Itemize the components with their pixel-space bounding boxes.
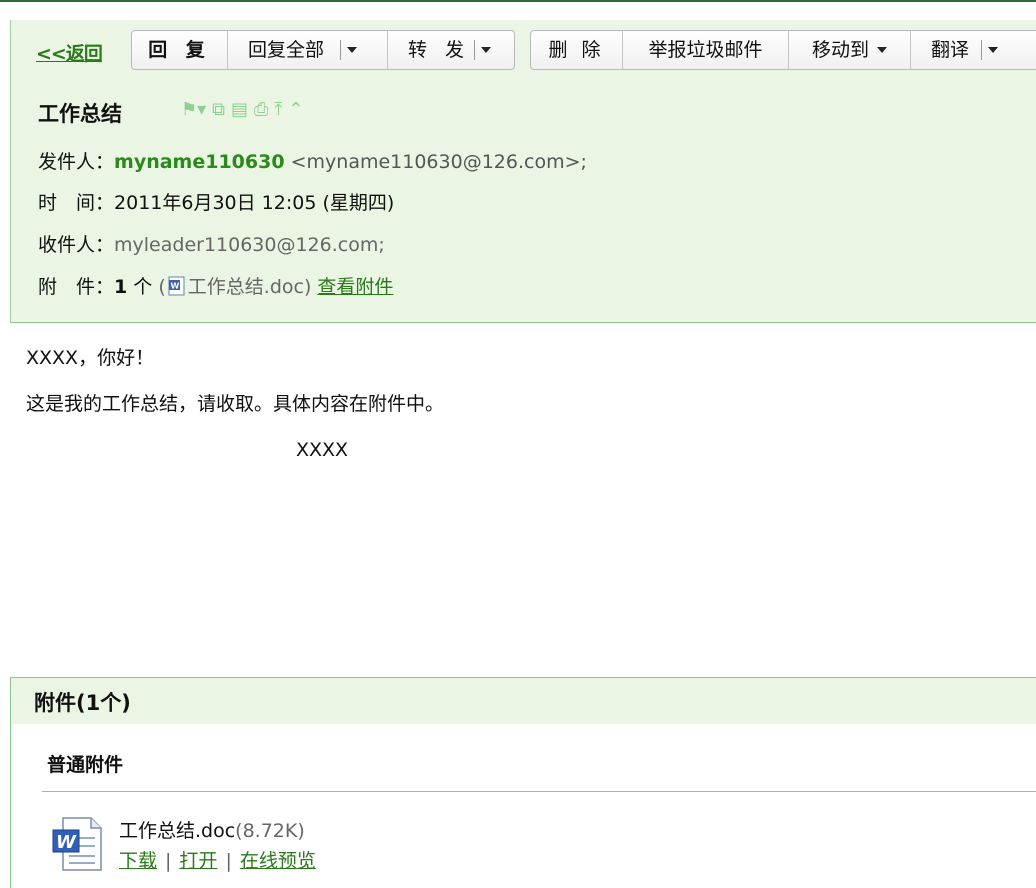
print-icon[interactable]: ⎙ [254, 100, 268, 120]
reply-button[interactable]: 回 复 [132, 31, 228, 69]
attachment-row: 附 件：1 个 ( W 工作总结.doc) 查看附件 [38, 272, 393, 299]
body-line: XXXX，你好！ [26, 347, 155, 369]
action-group: 删 除 举报垃圾邮件 移动到 翻译 [530, 30, 1036, 70]
sender-row: 发件人：myname110630 <myname110630@126.com>; [38, 147, 587, 174]
separator: | [165, 850, 172, 872]
separator: | [225, 850, 232, 872]
note-icon[interactable]: ▤ [231, 100, 248, 120]
attachment-paren-close: ) [303, 276, 312, 298]
attachment-label: 附 件： [38, 276, 115, 298]
divider [981, 40, 983, 60]
attachment-paren-open: ( [158, 276, 166, 298]
time-label: 时 间： [38, 192, 115, 214]
top-icon[interactable]: ⤒ [274, 100, 282, 120]
forward-button[interactable]: 转 发 [388, 31, 514, 69]
toolbar: <<返回 回 复 回复全部 转 发 删 除 举报垃圾邮件 移动到 翻译 [11, 28, 1036, 74]
divider [474, 40, 476, 60]
svg-text:W: W [170, 282, 179, 291]
word-doc-icon: W [168, 276, 185, 296]
translate-button[interactable]: 翻译 [911, 31, 1036, 69]
attachment-unit: 个 [133, 276, 153, 298]
attachment-file: 工作总结.doc(8.72K) [119, 816, 305, 843]
flag-icon[interactable]: ⚑▾ [181, 100, 206, 120]
recipient-label: 收件人： [38, 234, 115, 256]
time-value: 2011年6月30日 12:05 (星期四) [114, 192, 395, 214]
online-preview-link[interactable]: 在线预览 [240, 850, 316, 872]
translate-label: 翻译 [931, 39, 970, 61]
reply-all-button[interactable]: 回复全部 [228, 31, 388, 69]
view-attachment-link[interactable]: 查看附件 [317, 276, 393, 298]
recipient-row: 收件人：myleader110630@126.com; [38, 230, 385, 257]
popout-icon[interactable]: ⧉ [212, 100, 225, 120]
sender-label: 发件人： [38, 151, 115, 173]
chevron-down-icon [347, 47, 358, 53]
collapse-icon[interactable]: ⌃ [288, 100, 303, 120]
body-line: 这是我的工作总结，请收取。具体内容在附件中。 [26, 393, 445, 415]
back-link[interactable]: <<返回 [36, 39, 103, 66]
forward-label: 转 发 [408, 39, 471, 61]
attachment-count: 1 [114, 276, 128, 298]
svg-text:W: W [56, 832, 77, 853]
mail-header-panel: <<返回 回 复 回复全部 转 发 删 除 举报垃圾邮件 移动到 翻译 工作总结… [10, 20, 1036, 323]
reply-group: 回 复 回复全部 转 发 [131, 30, 515, 70]
mail-subject: 工作总结 [38, 102, 122, 126]
mail-body: XXXX，你好！ 这是我的工作总结，请收取。具体内容在附件中。 XXXX [26, 343, 444, 481]
attachment-actions: 下载 | 打开 | 在线预览 [119, 846, 316, 873]
move-to-label: 移动到 [811, 39, 869, 61]
chevron-down-icon [877, 47, 887, 53]
attachment-filename: 工作总结.doc [187, 276, 304, 298]
time-row: 时 间：2011年6月30日 12:05 (星期四) [38, 188, 394, 215]
chevron-down-icon [988, 47, 999, 53]
attachment-panel: 附件(1个) 普通附件 W 工作总结.doc(8.72K) 下载 | 打开 | 在线预览 [10, 677, 1036, 888]
subject-tools: ⚑▾ ⧉ ▤ ⎙ ⤒ ⌃ [181, 100, 304, 120]
attachment-file-size: (8.72K) [235, 820, 305, 842]
divider [42, 791, 1036, 792]
attachment-file-name: 工作总结.doc [119, 820, 236, 842]
chevron-down-icon [481, 47, 492, 53]
sender-name[interactable]: myname110630 [114, 151, 285, 173]
attachment-panel-header: 附件(1个) [11, 678, 1036, 724]
attachment-section-title: 普通附件 [47, 754, 124, 776]
divider [340, 40, 342, 60]
recipient-value[interactable]: myleader110630@126.com; [114, 234, 385, 256]
delete-button[interactable]: 删 除 [531, 31, 623, 69]
reply-all-label: 回复全部 [248, 39, 325, 61]
move-to-button[interactable]: 移动到 [789, 31, 911, 69]
body-signature: XXXX [296, 439, 349, 461]
report-spam-button[interactable]: 举报垃圾邮件 [623, 31, 789, 69]
top-border [0, 0, 1036, 2]
open-link[interactable]: 打开 [179, 850, 217, 872]
sender-address: <myname110630@126.com>; [290, 151, 587, 173]
word-doc-icon: W [52, 817, 102, 871]
download-link[interactable]: 下载 [119, 850, 157, 872]
